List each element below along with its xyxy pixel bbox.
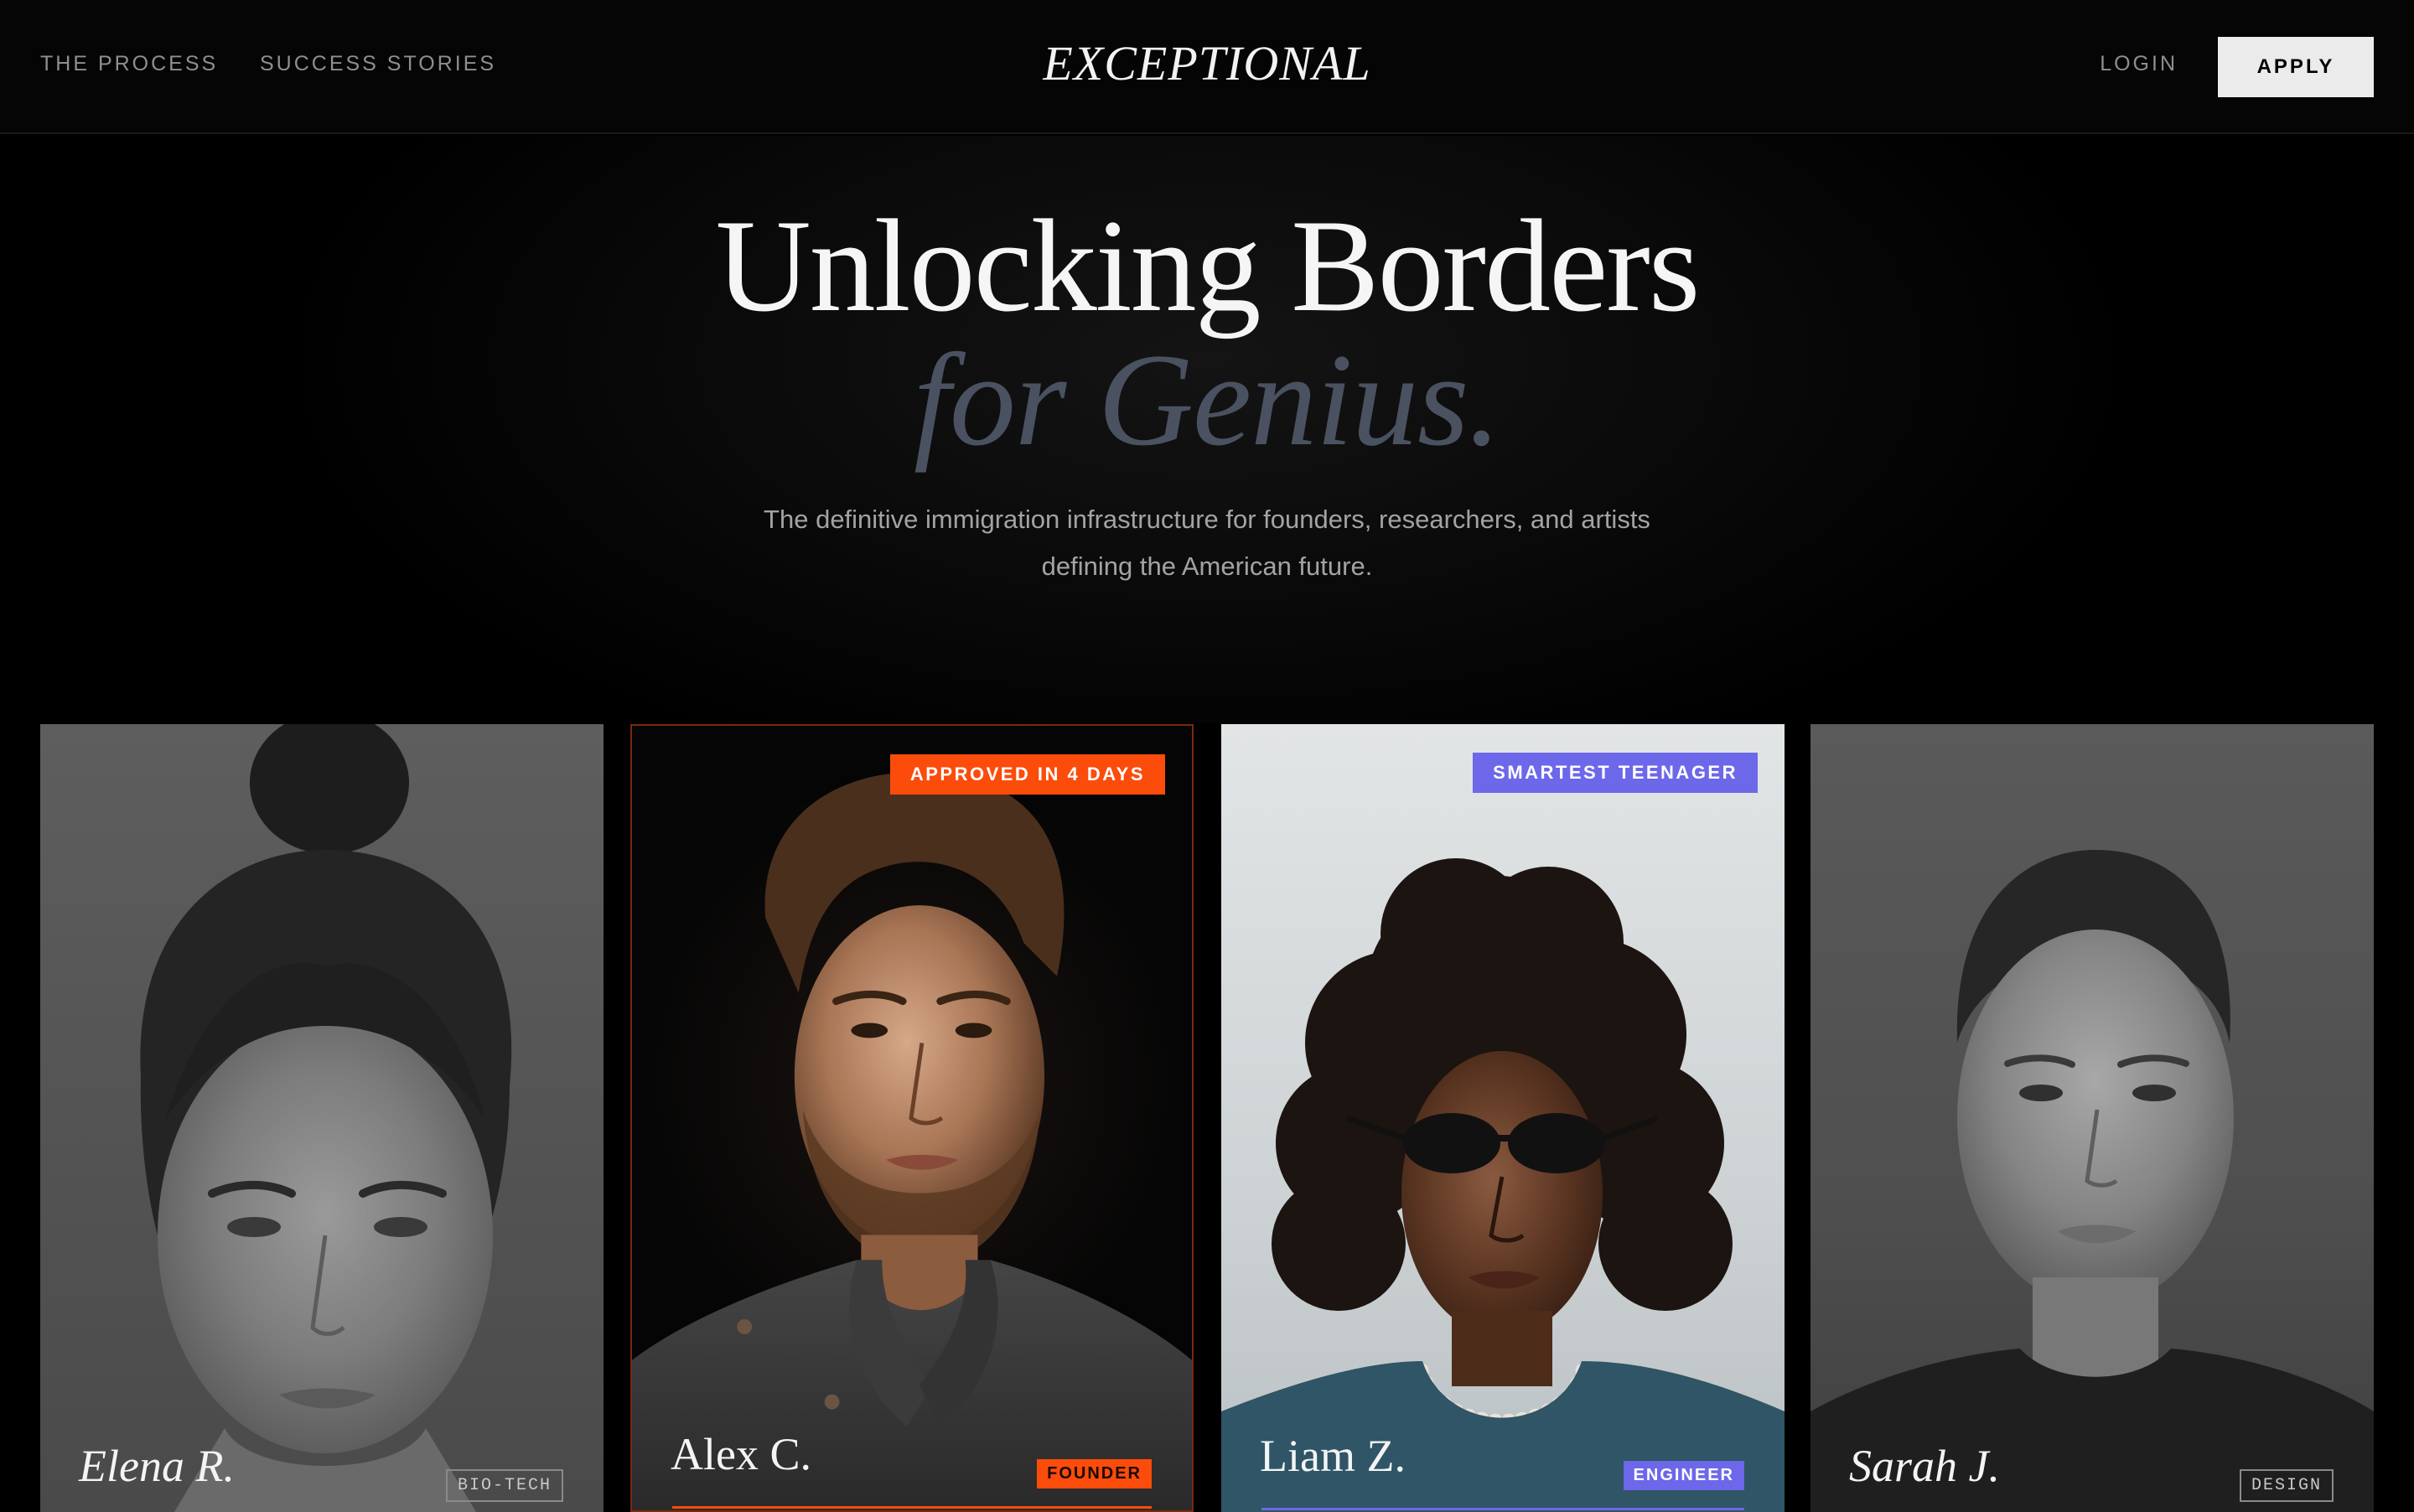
- hero-subtitle: The definitive immigration infrastructur…: [0, 496, 2414, 590]
- portrait-photo-alex: [632, 772, 1192, 1510]
- profile-category-tag: FOUNDER: [1037, 1459, 1152, 1489]
- hero-subtitle-line-2: defining the American future.: [1041, 551, 1373, 581]
- profile-name: Liam Z.: [1260, 1431, 1406, 1481]
- hero-subtitle-line-1: The definitive immigration infrastructur…: [764, 505, 1650, 534]
- top-navigation: THE PROCESS SUCCESS STORIES EXCEPTIONAL …: [0, 0, 2414, 134]
- profile-category-tag: DESIGN: [2239, 1469, 2334, 1502]
- profile-name: Alex C.: [671, 1429, 811, 1479]
- profile-card-elena[interactable]: Elena R. BIO-TECH: [40, 724, 604, 1512]
- card-accent-rule: [1261, 1508, 1744, 1510]
- apply-button[interactable]: APPLY: [2218, 37, 2374, 97]
- portrait-photo-sarah: [1810, 850, 2374, 1512]
- profile-card-sarah[interactable]: Sarah J. DESIGN: [1810, 724, 2374, 1512]
- profile-name: Sarah J.: [1849, 1441, 2000, 1491]
- profile-category-tag: BIO-TECH: [445, 1469, 563, 1502]
- highlight-badge: SMARTEST TEENAGER: [1473, 753, 1758, 793]
- profile-category-tag: ENGINEER: [1623, 1461, 1744, 1490]
- hero-title: Unlocking Borders: [715, 193, 1701, 339]
- profile-card-alex[interactable]: APPROVED IN 4 DAYS Alex C. FOUNDER: [630, 724, 1194, 1512]
- login-link[interactable]: LOGIN: [2100, 52, 2178, 76]
- hero-section: Unlocking Borders for Genius. The defini…: [0, 136, 2414, 722]
- hero-title-italic: for Genius.: [914, 327, 1501, 474]
- approval-badge: APPROVED IN 4 DAYS: [889, 754, 1165, 795]
- profile-name: Elena R.: [79, 1441, 235, 1491]
- profile-card-liam[interactable]: SMARTEST TEENAGER Liam Z. ENGINEER: [1221, 724, 1785, 1512]
- portrait-photo-elena: [140, 724, 512, 1512]
- brand-logo[interactable]: EXCEPTIONAL: [0, 35, 2414, 91]
- portrait-photo-liam: [1221, 858, 1785, 1512]
